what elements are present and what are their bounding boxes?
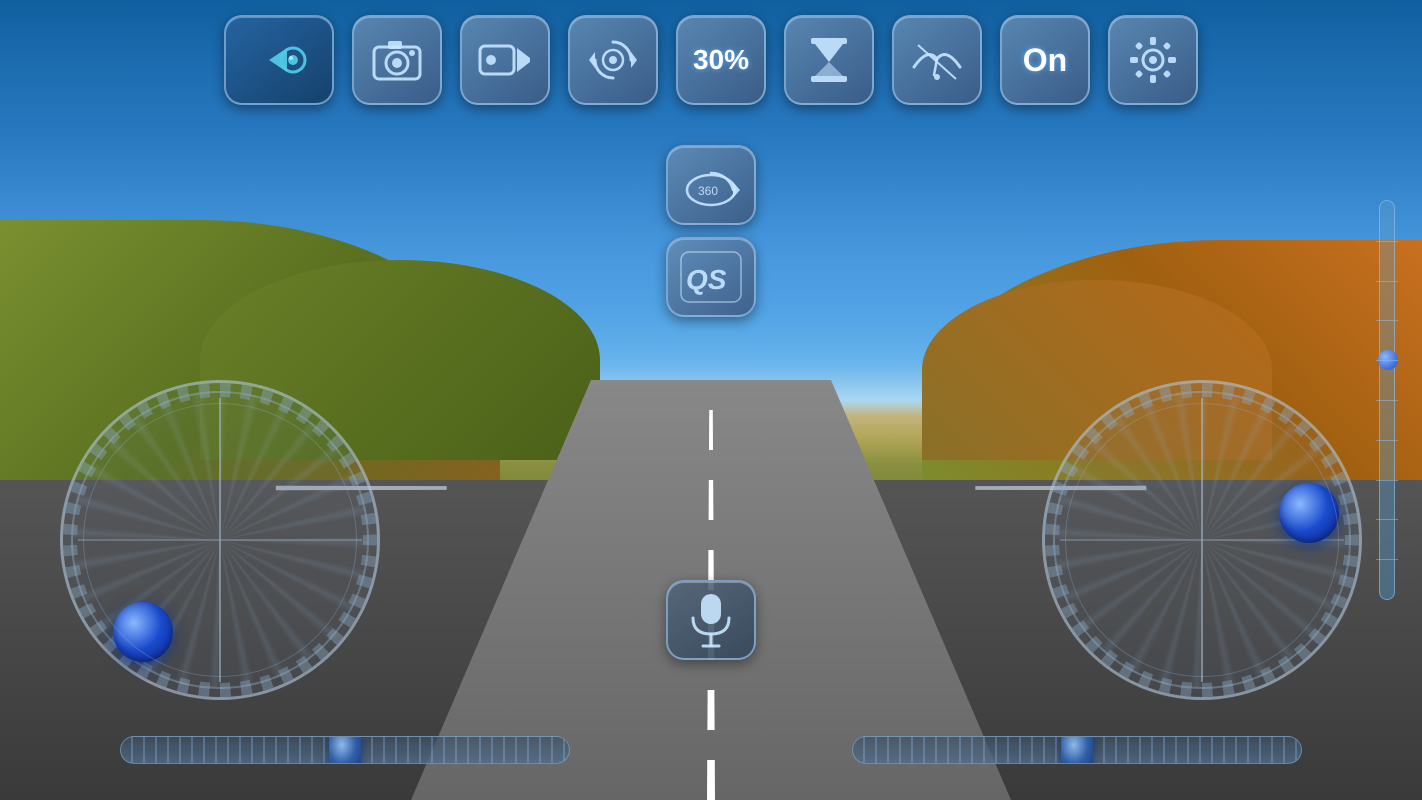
tick xyxy=(1376,559,1398,560)
left-film-strip xyxy=(63,383,377,697)
video-button[interactable] xyxy=(460,15,550,105)
qs-button[interactable]: QS xyxy=(666,237,756,317)
tick xyxy=(1376,360,1398,361)
right-slider-knob[interactable] xyxy=(1061,736,1093,764)
bird-icon xyxy=(908,37,966,83)
eye-icon xyxy=(249,40,309,80)
eye-view-button[interactable] xyxy=(224,15,334,105)
right-joystick-hline xyxy=(1060,539,1344,541)
percent-button[interactable]: 30% xyxy=(676,15,766,105)
svg-text:360: 360 xyxy=(698,184,718,198)
left-joystick[interactable] xyxy=(60,380,380,700)
right-slider-track xyxy=(852,736,1302,764)
percent-value: 30% xyxy=(693,44,749,76)
toolbar: 30% On xyxy=(0,15,1422,105)
tick xyxy=(1376,320,1398,321)
left-horizontal-slider[interactable] xyxy=(120,725,570,775)
vertical-slider[interactable] xyxy=(1372,200,1402,600)
right-joystick-ring xyxy=(1042,380,1362,700)
tick xyxy=(1376,440,1398,441)
left-joystick-hline xyxy=(78,539,362,541)
tick xyxy=(1376,400,1398,401)
camera-icon xyxy=(370,37,424,83)
tick xyxy=(1376,480,1398,481)
360-button[interactable]: 360 xyxy=(666,145,756,225)
settings-button[interactable] xyxy=(1108,15,1198,105)
on-label: On xyxy=(1023,42,1067,79)
vertical-slider-track xyxy=(1379,200,1395,600)
left-joystick-ball[interactable] xyxy=(113,602,173,662)
video-icon xyxy=(477,38,533,82)
rotate-button[interactable] xyxy=(568,15,658,105)
360-icon: 360 xyxy=(676,155,746,215)
on-off-button[interactable]: On xyxy=(1000,15,1090,105)
center-buttons: 360 QS xyxy=(666,145,756,317)
right-horizontal-slider[interactable] xyxy=(852,725,1302,775)
right-joystick-ball[interactable] xyxy=(1279,483,1339,543)
tick xyxy=(1376,281,1398,282)
left-joystick-vline xyxy=(219,398,221,682)
svg-text:QS: QS xyxy=(686,264,727,295)
tick xyxy=(1376,241,1398,242)
hourglass-icon xyxy=(803,34,855,86)
qs-icon: QS xyxy=(676,247,746,307)
left-slider-track xyxy=(120,736,570,764)
tick xyxy=(1376,519,1398,520)
right-joystick[interactable] xyxy=(1042,380,1362,700)
rotate-icon xyxy=(587,34,639,86)
mic-icon xyxy=(687,592,735,648)
camera-button[interactable] xyxy=(352,15,442,105)
hourglass-button[interactable] xyxy=(784,15,874,105)
microphone-button[interactable] xyxy=(666,580,756,660)
app-container: 30% On xyxy=(0,0,1422,800)
settings-icon xyxy=(1126,33,1180,87)
right-joystick-vline xyxy=(1201,398,1203,682)
left-joystick-ring xyxy=(60,380,380,700)
bird-button[interactable] xyxy=(892,15,982,105)
right-film-strip xyxy=(1045,383,1359,697)
left-slider-knob[interactable] xyxy=(329,736,361,764)
